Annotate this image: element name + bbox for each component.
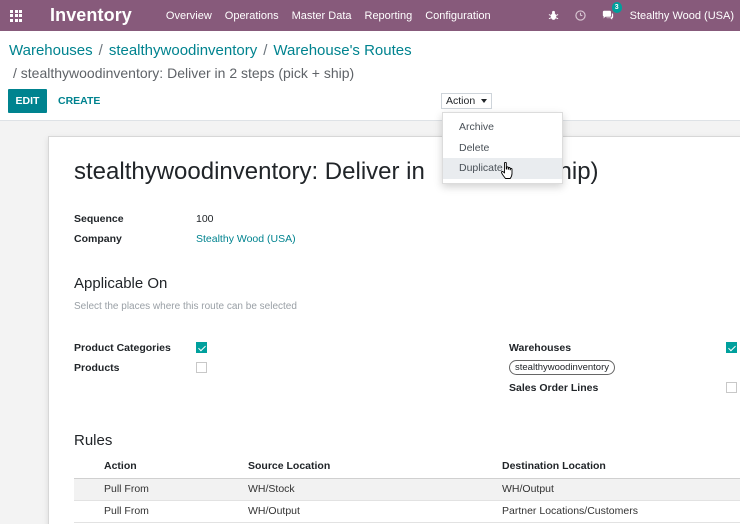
- control-panel: Warehouses / stealthywoodinventory / Warehou…: [0, 31, 740, 121]
- breadcrumb-current: / stealthywoodinventory: Deliver in 2 st…: [13, 65, 355, 81]
- rules-header-row: Action Source Location Destination Locat…: [74, 455, 740, 479]
- rule-source-cell: WH/Stock: [248, 478, 502, 501]
- action-dropdown-toggle[interactable]: Action: [441, 93, 493, 109]
- breadcrumb-separator: /: [98, 42, 103, 59]
- breadcrumb-routes[interactable]: Warehouse's Routes: [273, 42, 411, 59]
- menu-operations[interactable]: Operations: [225, 10, 279, 22]
- company-label: Company: [74, 233, 122, 245]
- warehouses-label: Warehouses: [509, 342, 572, 354]
- record-title-start: stealthywoodinventory: Deliver in: [74, 158, 425, 185]
- products-label: Products: [74, 362, 120, 374]
- column-header-source-location[interactable]: Source Location: [248, 455, 502, 479]
- warehouses-checkbox[interactable]: [726, 342, 737, 353]
- action-label: Action: [446, 95, 476, 107]
- company-value[interactable]: Stealthy Wood (USA): [196, 233, 296, 245]
- sales-order-lines-checkbox[interactable]: [726, 382, 737, 393]
- rules-title: Rules: [74, 432, 113, 449]
- rule-action-cell: Pull From: [74, 500, 248, 523]
- sequence-label: Sequence: [74, 213, 124, 225]
- product-categories-checkbox[interactable]: [196, 342, 207, 353]
- company-switcher[interactable]: Stealthy Wood (USA): [630, 10, 734, 22]
- archive-menu-item[interactable]: Archive: [443, 117, 562, 138]
- menu-reporting[interactable]: Reporting: [365, 10, 413, 22]
- edit-button[interactable]: EDIT: [8, 89, 47, 113]
- table-row[interactable]: Pull From WH/Output Partner Locations/Cu…: [74, 500, 740, 523]
- breadcrumb-separator: /: [263, 42, 268, 59]
- applicable-help-text: Select the places where this route can b…: [74, 301, 297, 312]
- form-sheet: stealthywoodinventory: Deliver inick + s…: [48, 136, 740, 524]
- applicable-on-title: Applicable On: [74, 275, 168, 292]
- message-count-badge: 3: [611, 2, 622, 13]
- warehouse-tag[interactable]: stealthywoodinventory: [509, 360, 615, 375]
- menu-master-data[interactable]: Master Data: [292, 10, 352, 22]
- rules-table: Action Source Location Destination Locat…: [74, 455, 740, 523]
- breadcrumb-warehouses[interactable]: Warehouses: [9, 42, 93, 59]
- products-checkbox[interactable]: [196, 362, 207, 373]
- hand-cursor-icon: [500, 161, 514, 183]
- rule-source-cell: WH/Output: [248, 500, 502, 523]
- caret-down-icon: [481, 99, 488, 103]
- sales-order-lines-label: Sales Order Lines: [509, 382, 599, 394]
- rule-action-cell: Pull From: [74, 478, 248, 501]
- menu-configuration[interactable]: Configuration: [425, 10, 490, 22]
- breadcrumb: Warehouses / stealthywoodinventory / Warehou…: [9, 42, 412, 59]
- column-header-destination-location[interactable]: Destination Location: [502, 455, 740, 479]
- rule-destination-cell: WH/Output: [502, 478, 740, 501]
- apps-menu-icon[interactable]: [0, 0, 30, 31]
- navbar-systray: 3 Stealthy Wood (USA): [548, 0, 740, 31]
- create-button[interactable]: CREATE: [56, 89, 102, 113]
- table-row[interactable]: Pull From WH/Stock WH/Output: [74, 478, 740, 501]
- rule-destination-cell: Partner Locations/Customers: [502, 500, 740, 523]
- column-header-action[interactable]: Action: [74, 455, 248, 479]
- product-categories-label: Product Categories: [74, 342, 171, 354]
- breadcrumb-warehouse[interactable]: stealthywoodinventory: [109, 42, 257, 59]
- app-title[interactable]: Inventory: [50, 5, 132, 26]
- top-navbar: Inventory Overview Operations Master Dat…: [0, 0, 740, 31]
- chat-icon[interactable]: 3: [602, 2, 622, 21]
- bug-icon[interactable]: [548, 10, 559, 21]
- menu-overview[interactable]: Overview: [166, 10, 212, 22]
- delete-menu-item[interactable]: Delete: [443, 138, 562, 159]
- sequence-value: 100: [196, 213, 214, 225]
- clock-icon[interactable]: [574, 10, 586, 21]
